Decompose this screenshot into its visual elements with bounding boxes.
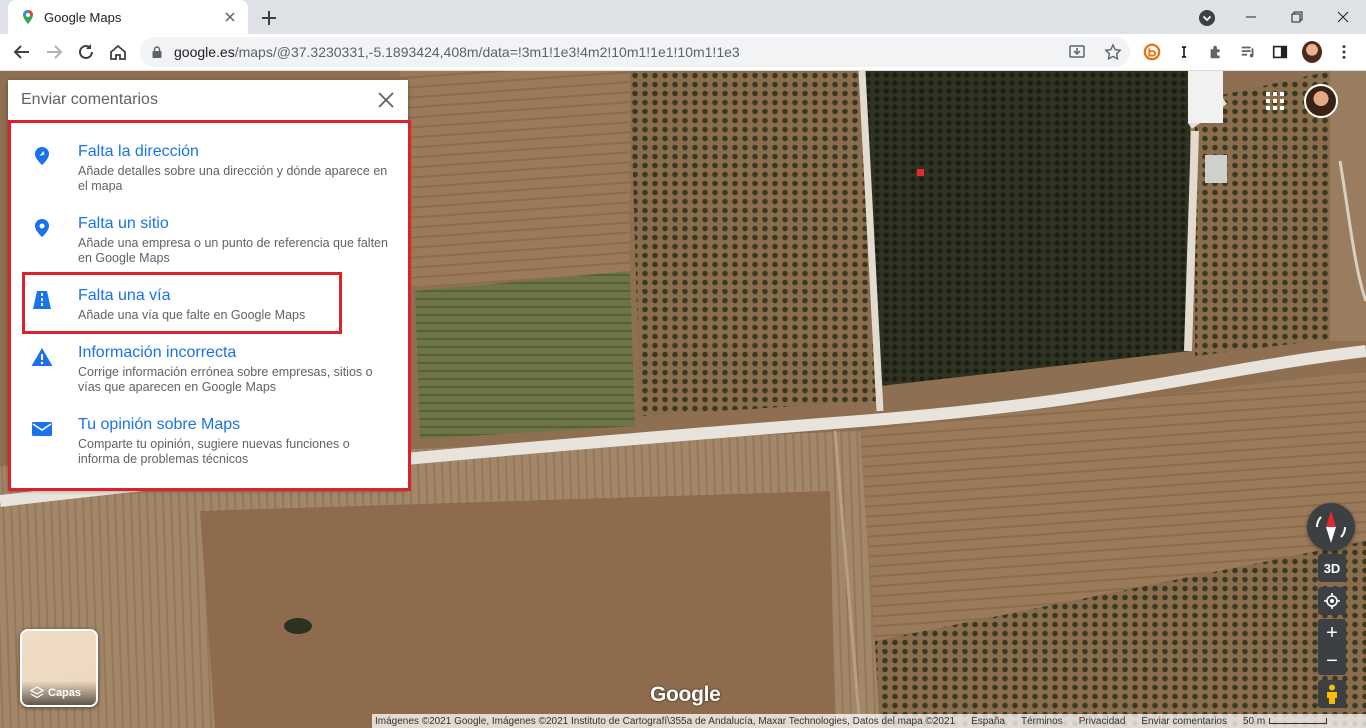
- lock-icon[interactable]: [150, 45, 164, 59]
- extension-orange-icon[interactable]: [1142, 42, 1162, 62]
- home-icon[interactable]: [108, 42, 128, 62]
- zoom-controls: + −: [1318, 619, 1346, 675]
- restore-icon: [1291, 11, 1303, 23]
- send-feedback-link[interactable]: Enviar comentarios: [1133, 716, 1235, 727]
- location-target-icon: [1324, 593, 1340, 609]
- new-tab-icon[interactable]: [258, 7, 280, 29]
- google-logo: Google: [650, 683, 721, 706]
- address-pin-icon: [35, 147, 49, 165]
- feedback-panel-header: Enviar comentarios: [8, 80, 408, 120]
- close-icon: [1337, 11, 1349, 23]
- privacy-link[interactable]: Privacidad: [1071, 716, 1134, 727]
- feedback-option-title: Falta una vía: [78, 287, 171, 304]
- forward-arrow-icon[interactable]: [44, 42, 64, 62]
- feedback-option-description: Corrige información errónea sobre empres…: [78, 365, 373, 394]
- media-queue-icon[interactable]: [1238, 42, 1258, 62]
- minimize-icon: [1246, 16, 1256, 18]
- map-marker: [917, 169, 924, 176]
- feedback-option-missing-address[interactable]: Falta la dirección Añade detalles sobre …: [8, 136, 408, 208]
- map-scale[interactable]: 50 m: [1235, 716, 1335, 727]
- compass-button[interactable]: [1307, 503, 1355, 551]
- window-controls: [1228, 0, 1366, 34]
- google-maps-icon: [23, 10, 33, 24]
- url-path: /maps/@37.3230331,-5.1893424,408m/data=!…: [234, 44, 740, 60]
- feedback-option-missing-road[interactable]: Falta una vía Añade una vía que falte en…: [8, 280, 408, 337]
- feedback-option-description: Añade una vía que falte en Google Maps: [78, 308, 306, 322]
- tab-strip: Google Maps: [0, 0, 1366, 34]
- side-panel-icon[interactable]: [1270, 42, 1290, 62]
- account-avatar[interactable]: [1304, 84, 1338, 118]
- close-window-button[interactable]: [1320, 0, 1366, 34]
- feedback-panel-title: Enviar comentarios: [21, 91, 158, 108]
- tab-google-maps[interactable]: Google Maps: [8, 0, 248, 34]
- install-app-icon[interactable]: [1068, 43, 1086, 61]
- layers-label-bar: Capas: [22, 681, 96, 705]
- address-bar[interactable]: google.es/maps/@37.3230331,-5.1893424,40…: [140, 37, 1130, 67]
- url-host: google.es: [174, 44, 235, 60]
- warning-icon: [31, 348, 53, 366]
- scale-label: 50 m: [1242, 715, 1266, 727]
- layers-button[interactable]: Capas: [20, 629, 98, 707]
- address-bar-actions: [1068, 43, 1122, 61]
- extensions-area: [1142, 41, 1354, 63]
- street-view-pegman-button[interactable]: [1318, 680, 1346, 708]
- feedback-option-wrong-info[interactable]: Información incorrecta Corrige informaci…: [8, 337, 408, 409]
- feedback-option-title: Falta la dirección: [78, 143, 199, 160]
- extension-i-icon[interactable]: [1174, 42, 1194, 62]
- profile-avatar[interactable]: [1302, 41, 1322, 63]
- map-footer: Imágenes ©2021 Google, Imágenes ©2021 In…: [372, 714, 1366, 728]
- feedback-option-description: Añade una empresa o un punto de referenc…: [78, 236, 388, 265]
- layers-icon: [30, 686, 44, 699]
- extensions-puzzle-icon[interactable]: [1206, 42, 1226, 62]
- minimize-button[interactable]: [1228, 0, 1274, 34]
- zoom-out-button[interactable]: −: [1318, 647, 1346, 675]
- zoom-in-button[interactable]: +: [1318, 619, 1346, 647]
- browser-menu-icon[interactable]: [1334, 42, 1354, 62]
- feedback-options-list: Falta la dirección Añade detalles sobre …: [8, 136, 408, 481]
- restore-button[interactable]: [1274, 0, 1320, 34]
- place-pin-icon: [35, 219, 49, 237]
- google-apps-icon[interactable]: [1266, 92, 1284, 110]
- feedback-option-description: Añade detalles sobre una dirección y dón…: [78, 164, 388, 193]
- feedback-option-title: Tu opinión sobre Maps: [78, 416, 241, 433]
- mail-icon: [32, 422, 52, 436]
- scale-bar: [1269, 718, 1328, 724]
- my-location-button[interactable]: [1318, 587, 1346, 615]
- back-arrow-icon[interactable]: [12, 42, 32, 62]
- country-link[interactable]: España: [963, 716, 1013, 727]
- tab-title: Google Maps: [44, 9, 122, 25]
- compass-icon: [1315, 511, 1347, 543]
- feedback-panel: Enviar comentarios Falta la dirección Añ…: [8, 80, 411, 491]
- tab-search-icon[interactable]: [1198, 9, 1216, 27]
- terms-link[interactable]: Términos: [1013, 716, 1071, 727]
- browser-toolbar: google.es/maps/@37.3230331,-5.1893424,40…: [0, 34, 1366, 71]
- feedback-option-description: Comparte tu opinión, sugiere nuevas func…: [78, 437, 350, 466]
- url-text[interactable]: google.es/maps/@37.3230331,-5.1893424,40…: [174, 44, 740, 60]
- pegman-icon: [1327, 684, 1337, 704]
- imagery-credits: Imágenes ©2021 Google, Imágenes ©2021 In…: [375, 715, 956, 727]
- reload-icon[interactable]: [76, 42, 96, 62]
- close-tab-icon[interactable]: [222, 9, 238, 25]
- feedback-option-title: Información incorrecta: [78, 344, 237, 361]
- close-icon[interactable]: [376, 90, 396, 110]
- bookmark-star-icon[interactable]: [1104, 43, 1122, 61]
- layers-label: Capas: [48, 687, 82, 699]
- road-icon: [33, 291, 51, 309]
- tilt-3d-button[interactable]: 3D: [1318, 554, 1346, 582]
- feedback-option-title: Falta un sitio: [78, 215, 169, 232]
- feedback-option-missing-place[interactable]: Falta un sitio Añade una empresa o un pu…: [8, 208, 408, 280]
- feedback-option-maps-opinion[interactable]: Tu opinión sobre Maps Comparte tu opinió…: [8, 409, 408, 481]
